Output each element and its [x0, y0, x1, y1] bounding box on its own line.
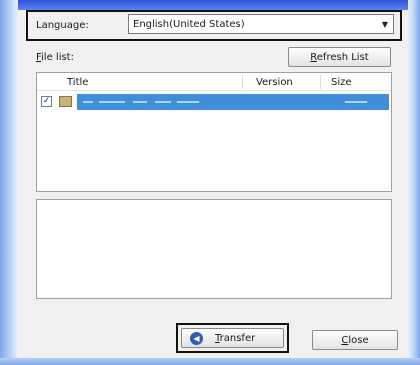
dropdown-arrow-icon[interactable]: ▼ — [377, 15, 393, 33]
obscured-text — [133, 101, 147, 103]
column-header-version[interactable]: Version — [256, 77, 293, 88]
refresh-label-rest: efresh List — [316, 51, 369, 63]
column-divider[interactable] — [242, 75, 243, 89]
language-select-value: English(United States) — [133, 18, 245, 30]
row-selection-highlight[interactable] — [77, 94, 389, 110]
transfer-icon: ◀ — [190, 331, 203, 345]
refresh-list-button[interactable]: Refresh List — [288, 47, 391, 67]
column-header-title[interactable]: Title — [67, 77, 88, 88]
obscured-text — [155, 101, 171, 103]
obscured-text — [99, 101, 125, 103]
obscured-text — [345, 101, 367, 103]
window-top-bar — [0, 0, 420, 10]
description-box — [36, 199, 392, 299]
file-list-label: File list: — [36, 52, 74, 63]
close-label-rest: lose — [348, 334, 369, 346]
window-frame-left — [0, 0, 18, 365]
transfer-label-rest: ransfer — [219, 332, 256, 344]
file-list-label-rest: ile list: — [41, 52, 74, 63]
obscured-text — [177, 101, 199, 103]
language-label: Language: — [36, 20, 89, 31]
file-list-row[interactable]: ✓ — [37, 94, 391, 110]
column-divider[interactable] — [320, 75, 321, 89]
language-select[interactable]: English(United States) ▼ — [128, 14, 394, 34]
file-list[interactable]: Title Version Size ✓ — [36, 72, 392, 192]
folder-icon — [59, 96, 72, 107]
obscured-text — [83, 101, 93, 103]
file-list-header: Title Version Size — [37, 73, 391, 91]
window-frame-right — [408, 0, 420, 365]
transfer-button[interactable]: ◀ Transfer — [181, 328, 284, 348]
close-button[interactable]: Close — [312, 330, 398, 350]
column-header-size[interactable]: Size — [331, 77, 352, 88]
row-checkbox[interactable]: ✓ — [41, 96, 52, 107]
window-bottom-bar — [0, 358, 420, 365]
